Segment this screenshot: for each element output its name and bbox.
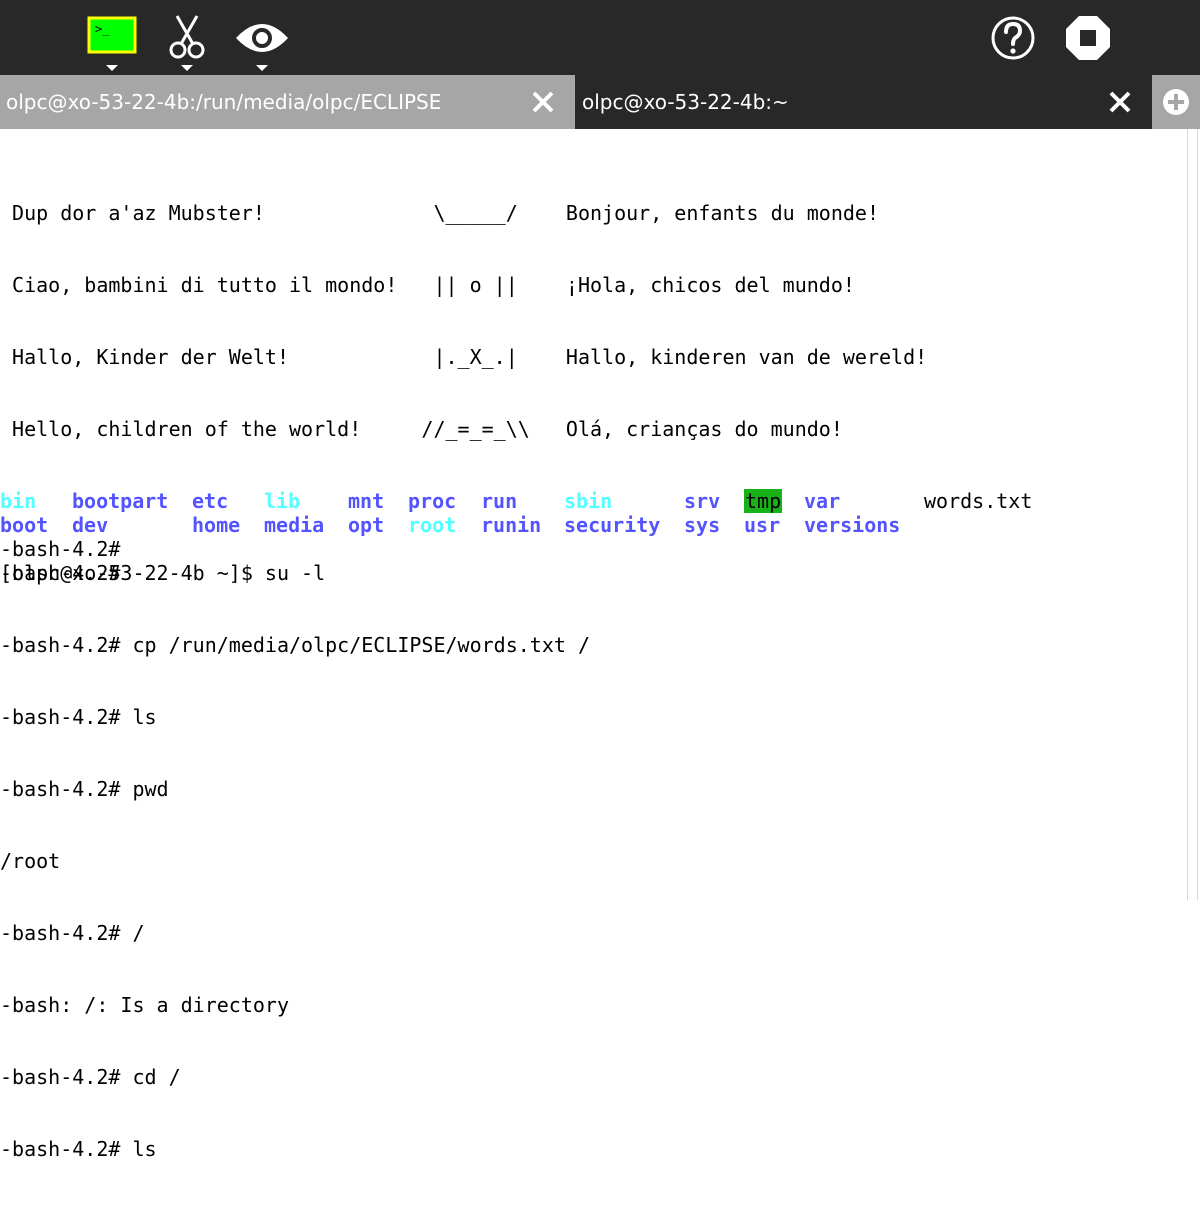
ls-entry: sbin xyxy=(564,489,613,513)
terminal-line: -bash-4.2# ls xyxy=(0,1137,157,1161)
terminal-line: -bash: /: Is a directory xyxy=(0,993,289,1017)
close-icon[interactable] xyxy=(531,90,555,114)
ls-entry: home xyxy=(192,513,241,537)
terminal-prompt: -bash-4.2# xyxy=(0,561,1100,585)
help-button[interactable] xyxy=(983,0,1043,75)
stop-icon xyxy=(1066,16,1110,60)
ls-entry: opt xyxy=(348,513,385,537)
add-icon xyxy=(1163,89,1189,115)
ls-entry: dev xyxy=(72,513,109,537)
tab-label: olpc@xo-53-22-4b:~ xyxy=(582,90,789,114)
ls-entry: run xyxy=(481,489,518,513)
ls-entry-tmp: tmp xyxy=(744,489,783,513)
terminal-line: Hello, children of the world! //_=_=_\\ … xyxy=(0,417,843,441)
ls-entry: media xyxy=(264,513,325,537)
terminal-line: -bash-4.2# cd / xyxy=(0,1065,181,1089)
edit-scissors-icon xyxy=(169,15,205,71)
activity-terminal-icon: >_ xyxy=(87,16,137,71)
terminal-line: -bash-4.2# ls xyxy=(0,705,157,729)
activity-terminal-button[interactable]: >_ xyxy=(82,0,142,75)
ls-entry: usr xyxy=(744,513,781,537)
ls-entry: root xyxy=(408,513,457,537)
prompt-text: -bash-4.2# xyxy=(0,537,121,561)
view-eye-icon xyxy=(236,24,288,71)
add-tab-button[interactable] xyxy=(1152,75,1200,129)
ls-entry: lib xyxy=(264,489,301,513)
ls-entry: proc xyxy=(408,489,457,513)
tab-bar: olpc@xo-53-22-4b:/run/media/olpc/ECLIPSE… xyxy=(0,75,1200,129)
ls-row: boot dev home media opt root runin secur… xyxy=(0,513,1100,537)
ls-row: bin bootpart etc lib mnt proc run sbin s… xyxy=(0,489,1100,513)
terminal-view[interactable]: Dup dor a'az Mubster! \_____/ Bonjour, e… xyxy=(0,129,1185,1161)
terminal-line: Hallo, Kinder der Welt! |._X_.| Hallo, k… xyxy=(0,345,928,369)
ls-entry: etc xyxy=(192,489,229,513)
ls-entry: mnt xyxy=(348,489,385,513)
terminal-line: /root xyxy=(0,849,61,873)
terminal-line: -bash-4.2# pwd xyxy=(0,777,169,801)
ls-entry: runin xyxy=(481,513,542,537)
terminal-line: -bash-4.2# cp /run/media/olpc/ECLIPSE/wo… xyxy=(0,633,591,657)
view-button[interactable] xyxy=(232,0,292,75)
ls-entry: sys xyxy=(684,513,721,537)
tab-label: olpc@xo-53-22-4b:/run/media/olpc/ECLIPSE xyxy=(6,90,442,114)
terminal-prompt: -bash-4.2# xyxy=(0,537,1100,561)
tab-home[interactable]: olpc@xo-53-22-4b:~ xyxy=(576,75,1151,129)
ls-entry: security xyxy=(564,513,661,537)
edit-button[interactable] xyxy=(157,0,217,75)
prompt-text: -bash-4.2# xyxy=(0,561,121,585)
stop-button[interactable] xyxy=(1058,0,1118,75)
tab-eclipse[interactable]: olpc@xo-53-22-4b:/run/media/olpc/ECLIPSE xyxy=(0,75,575,129)
ls-entry: var xyxy=(804,489,841,513)
activity-toolbar: >_ xyxy=(0,0,1200,75)
terminal-output: Dup dor a'az Mubster! \_____/ Bonjour, e… xyxy=(0,153,927,1209)
close-icon[interactable] xyxy=(1108,90,1132,114)
terminal-line: Ciao, bambini di tutto il mondo! || o ||… xyxy=(0,273,855,297)
help-icon xyxy=(991,16,1035,60)
terminal-line: Dup dor a'az Mubster! \_____/ Bonjour, e… xyxy=(0,201,879,225)
ls-entry: bin xyxy=(0,489,37,513)
ls-entry: boot xyxy=(0,513,49,537)
ls-entry: versions xyxy=(804,513,901,537)
ls-entry: bootpart xyxy=(72,489,169,513)
scrollbar-thumb[interactable] xyxy=(1187,129,1198,900)
svg-text:>_: >_ xyxy=(95,22,110,36)
ls-entry: words.txt xyxy=(924,489,1033,513)
terminal-line: -bash-4.2# / xyxy=(0,921,145,945)
ls-entry: srv xyxy=(684,489,721,513)
